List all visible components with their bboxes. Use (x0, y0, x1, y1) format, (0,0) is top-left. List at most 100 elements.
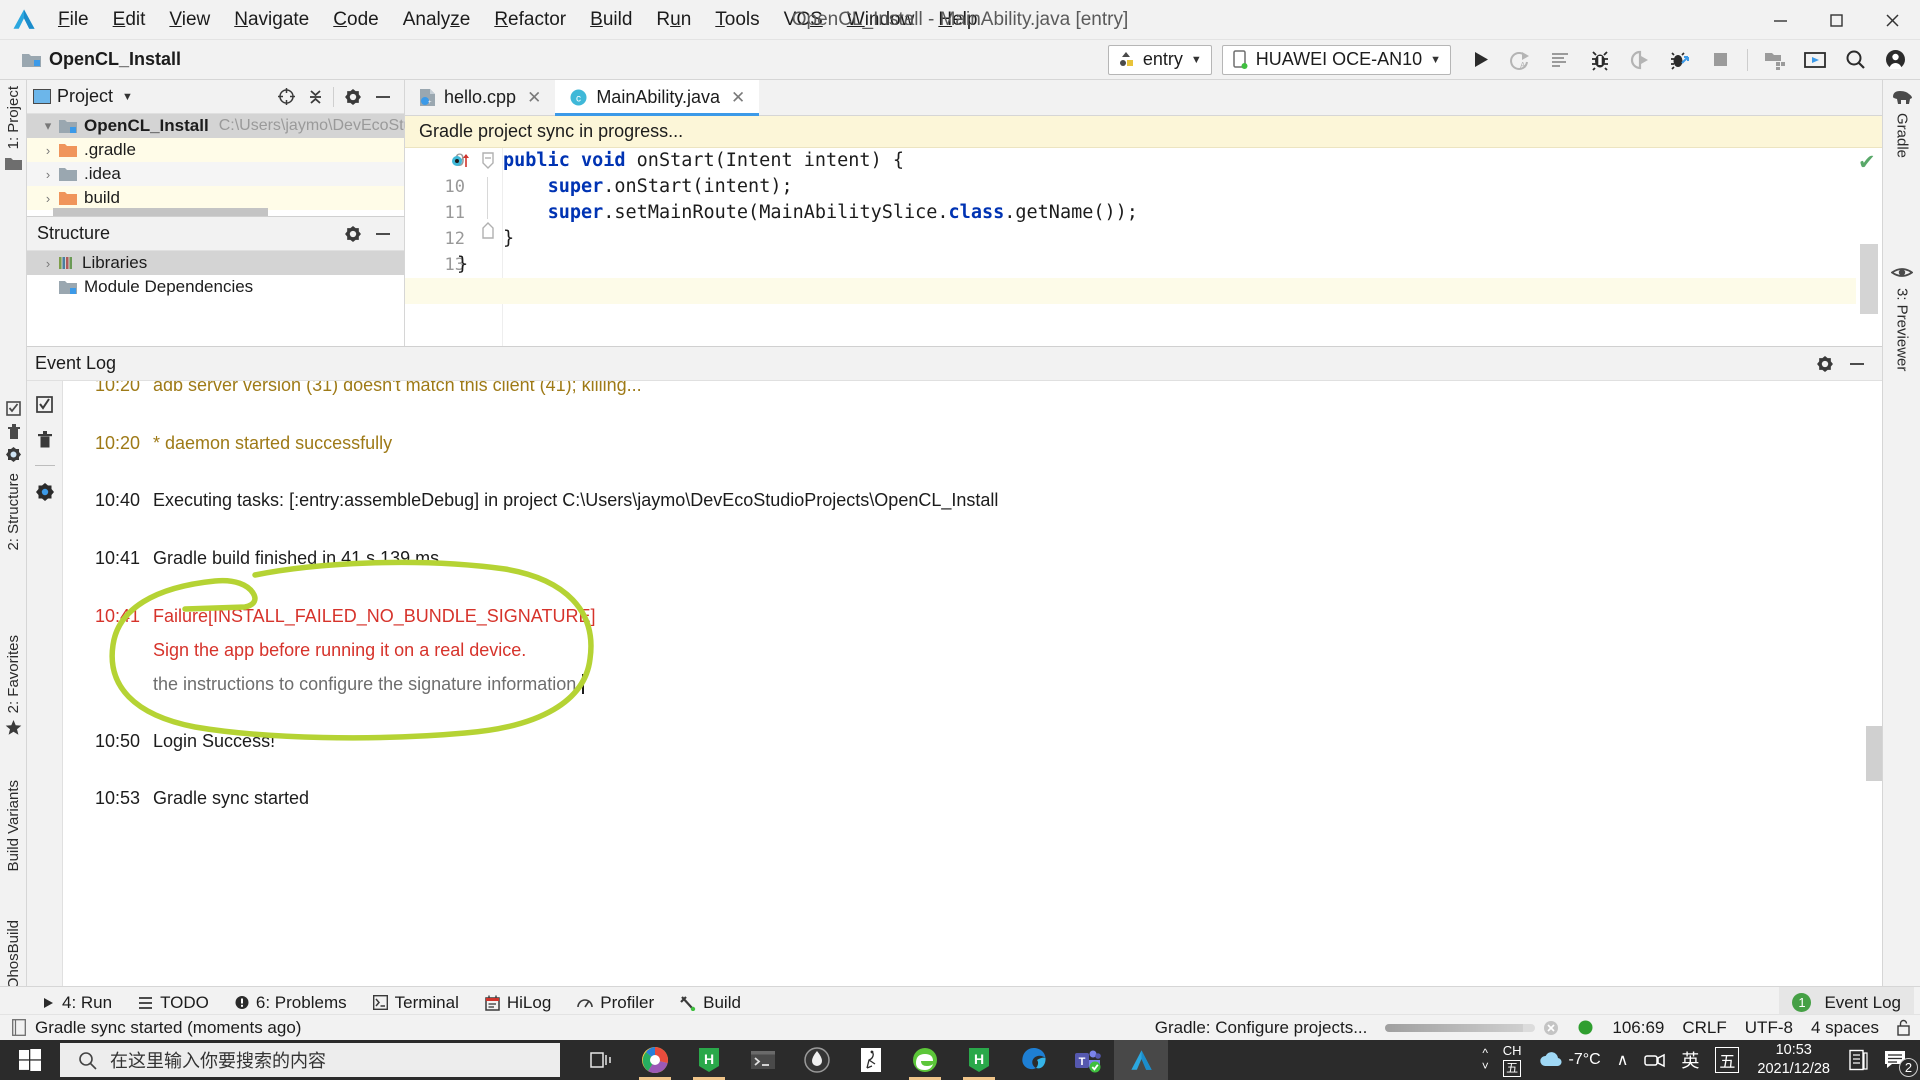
mark-all-read-icon[interactable] (35, 395, 54, 414)
menu-refactor[interactable]: Refactor (482, 6, 578, 33)
delete-icon[interactable] (7, 423, 21, 440)
run-with-coverage-icon[interactable] (1541, 43, 1579, 77)
menu-vcs[interactable]: VCS (772, 6, 835, 33)
editor-scrollbar-thumb[interactable] (1860, 244, 1878, 314)
chevron-down-icon[interactable]: ▾ (37, 118, 59, 134)
weather-widget[interactable]: -7°C (1530, 1040, 1609, 1080)
tree-row[interactable]: › .gradle (27, 138, 404, 162)
menu-code[interactable]: Code (321, 6, 390, 33)
hide-panel-icon[interactable] (1848, 355, 1866, 373)
teams-icon[interactable]: T (1060, 1040, 1114, 1080)
settings-gear-icon[interactable] (5, 446, 22, 463)
sidebar-item-build-variants[interactable]: Build Variants (0, 780, 27, 871)
chevron-right-icon[interactable]: › (37, 256, 59, 271)
tree-row[interactable]: ▾ OpenCL_Install C:\Users\jaymo\DevEcoSt… (27, 114, 434, 138)
memory-status-icon[interactable] (1577, 1019, 1594, 1036)
crane-app-icon[interactable] (844, 1040, 898, 1080)
inspection-status-ok-icon[interactable]: ✔ (1858, 150, 1876, 175)
ime-mode-indicator[interactable]: 五 (1707, 1040, 1747, 1080)
menu-navigate[interactable]: Navigate (222, 6, 321, 33)
obs-icon[interactable] (790, 1040, 844, 1080)
settings-gear-icon[interactable] (35, 482, 55, 502)
chevron-right-icon[interactable]: › (37, 167, 59, 182)
device-selector[interactable]: HUAWEI OCE-AN10 ▼ (1221, 44, 1451, 75)
close-icon[interactable]: ✕ (527, 88, 541, 108)
hide-panel-icon[interactable] (374, 88, 392, 106)
line-number-gutter[interactable]: 9 10 11 12 13 14 (405, 148, 475, 346)
sidebar-item-structure[interactable]: 2: Structure (0, 400, 27, 551)
ime-indicator[interactable]: CH 五 (1495, 1043, 1530, 1077)
delete-icon[interactable] (37, 430, 53, 449)
chevron-down-icon[interactable]: ▼ (122, 91, 133, 103)
news-and-interests-icon[interactable] (1840, 1040, 1876, 1080)
edge-legacy-icon[interactable] (898, 1040, 952, 1080)
window-controls[interactable] (1752, 0, 1920, 40)
code-folding-gutter[interactable] (475, 148, 503, 346)
file-encoding[interactable]: UTF-8 (1745, 1018, 1793, 1038)
menu-help[interactable]: Help (926, 6, 989, 33)
ime-language-indicator[interactable]: 英 (1673, 1040, 1707, 1080)
line-separator[interactable]: CRLF (1682, 1018, 1726, 1038)
tray-chevron-icon[interactable]: ∧ (1609, 1040, 1637, 1080)
tree-row[interactable]: › build (27, 186, 404, 210)
close-button[interactable] (1864, 0, 1920, 40)
menu-build[interactable]: Build (578, 6, 644, 33)
close-icon[interactable]: ✕ (731, 88, 745, 108)
fold-region-start-icon[interactable] (480, 152, 496, 170)
taskbar-clock[interactable]: 10:53 2021/12/28 (1747, 1041, 1840, 1078)
run-button[interactable] (1461, 43, 1499, 77)
fold-region-end-icon[interactable] (480, 221, 496, 239)
override-marker-icon[interactable] (451, 153, 473, 169)
hbuilder-icon[interactable]: H (682, 1040, 736, 1080)
sdk-manager-icon[interactable] (1756, 43, 1794, 77)
tree-row[interactable]: › Libraries (27, 251, 404, 275)
start-button[interactable] (0, 1040, 60, 1080)
minimize-button[interactable] (1752, 0, 1808, 40)
cancel-task-icon[interactable] (1543, 1020, 1559, 1036)
menu-window[interactable]: Window (835, 6, 927, 33)
device-manager-icon[interactable] (1796, 43, 1834, 77)
sidebar-item-ohosbuild[interactable]: OhosBuild (0, 920, 27, 989)
stop-button[interactable] (1701, 43, 1739, 77)
select-opened-file-icon[interactable] (277, 87, 296, 106)
notification-center-icon[interactable]: 2 (1876, 1040, 1920, 1080)
edge-icon[interactable] (1006, 1040, 1060, 1080)
task-view-icon[interactable] (574, 1040, 628, 1080)
attach-debugger-icon[interactable] (1621, 43, 1659, 77)
settings-gear-icon[interactable] (1816, 355, 1834, 373)
maximize-button[interactable] (1808, 0, 1864, 40)
collapse-all-icon[interactable] (306, 87, 325, 106)
screen-recorder-icon[interactable] (1636, 1040, 1673, 1080)
tab-hello-cpp[interactable]: + hello.cpp ✕ (405, 80, 555, 115)
settings-gear-icon[interactable] (344, 225, 362, 243)
profile-icon[interactable] (1661, 43, 1699, 77)
deveco-studio-icon[interactable] (1114, 1040, 1168, 1080)
sidebar-item-previewer[interactable]: 3: Previewer (1883, 265, 1920, 371)
unlocked-icon[interactable] (1897, 1019, 1910, 1036)
tray-expand-chevrons[interactable]: ^ ˅ (1476, 1046, 1495, 1073)
ide-message-icon[interactable] (12, 1019, 26, 1036)
debug-icon[interactable] (1581, 43, 1619, 77)
sidebar-item-project[interactable]: 1: Project (0, 86, 27, 171)
sidebar-item-gradle[interactable]: Gradle (1883, 88, 1920, 158)
menu-bar[interactable]: File Edit View Navigate Code Analyze Ref… (46, 6, 989, 33)
indent-setting[interactable]: 4 spaces (1811, 1018, 1879, 1038)
menu-edit[interactable]: Edit (101, 6, 158, 33)
search-everywhere-icon[interactable] (1836, 43, 1874, 77)
taskbar-search-box[interactable]: 在这里输入你要搜索的内容 (60, 1043, 560, 1077)
chevron-right-icon[interactable]: › (37, 191, 59, 206)
menu-file[interactable]: File (46, 6, 101, 33)
project-indicator[interactable]: OpenCL_Install (22, 49, 181, 70)
caret-position[interactable]: 106:69 (1612, 1018, 1664, 1038)
event-log-scrollbar-thumb[interactable] (1866, 726, 1882, 781)
tree-row[interactable]: › .idea (27, 162, 404, 186)
event-log-entries[interactable]: 10:20 adb server version (31) doesn't ma… (63, 381, 1882, 995)
account-icon[interactable] (1876, 43, 1914, 77)
horizontal-scrollbar[interactable] (53, 208, 268, 216)
chevron-right-icon[interactable]: › (37, 143, 59, 158)
menu-run[interactable]: Run (644, 6, 703, 33)
hide-panel-icon[interactable] (374, 225, 392, 243)
terminal-icon[interactable] (736, 1040, 790, 1080)
rerun-icon[interactable]: A (1501, 43, 1539, 77)
settings-gear-icon[interactable] (344, 88, 362, 106)
